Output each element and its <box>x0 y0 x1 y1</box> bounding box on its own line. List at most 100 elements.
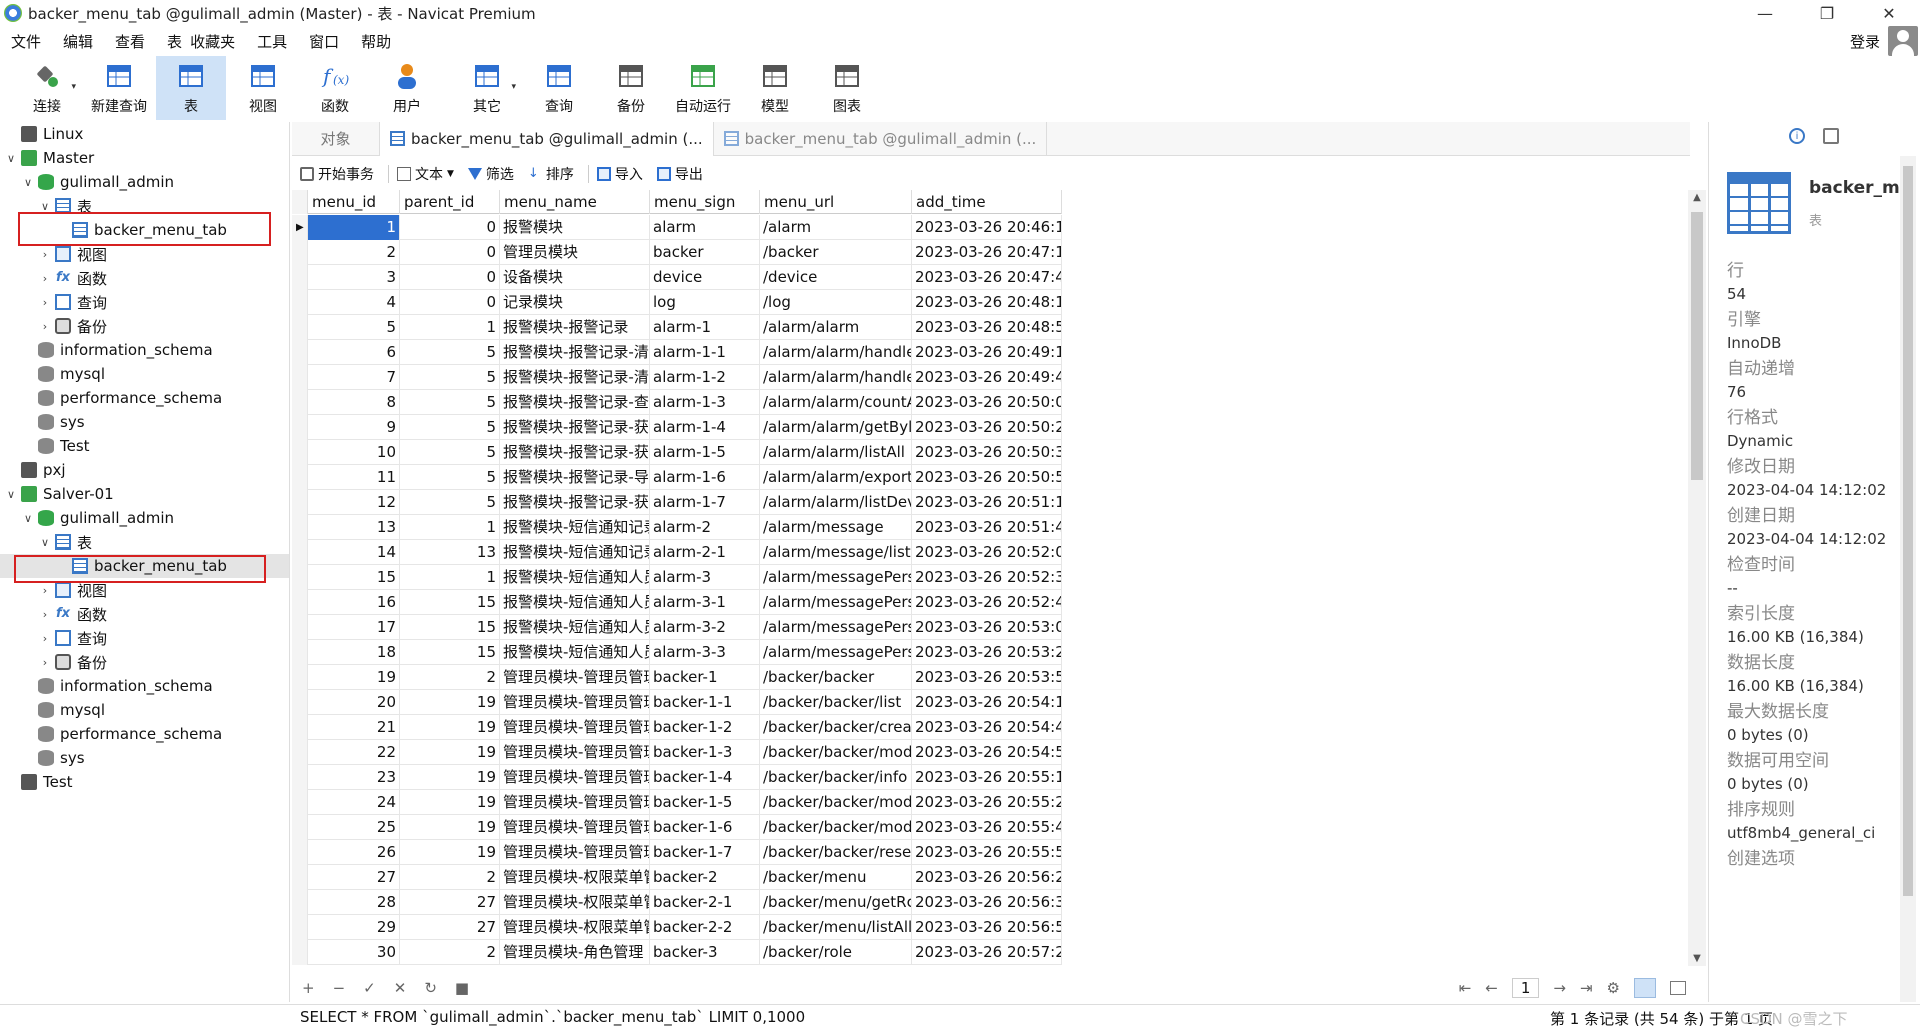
table-cell[interactable]: 2023-03-26 20:55:40 <box>912 815 1062 840</box>
table-row[interactable]: 12 5 报警模块-报警记录-获 alarm-1-7/alarm/alarm/list… <box>292 490 1062 515</box>
tree-node[interactable]: performance_schema <box>0 386 289 410</box>
tree-node[interactable]: › 查询 <box>0 626 289 650</box>
table-cell[interactable]: 18 <box>308 640 400 665</box>
row-marker[interactable] <box>292 840 308 865</box>
table-cell[interactable]: alarm-2-1 <box>650 540 760 565</box>
table-cell[interactable]: 管理员模块-管理员管理 <box>500 840 650 865</box>
table-cell[interactable]: /log <box>760 290 912 315</box>
row-marker[interactable] <box>292 265 308 290</box>
table-cell[interactable]: 1 <box>400 565 500 590</box>
table-cell[interactable]: 报警模块-短信通知记录 <box>500 540 650 565</box>
chevron-down-icon[interactable]: ∨ <box>4 488 18 501</box>
table-cell[interactable]: 22 <box>308 740 400 765</box>
tree-node[interactable]: ∨ Master <box>0 146 289 170</box>
table-cell[interactable]: 管理员模块-管理员管理 <box>500 715 650 740</box>
table-cell[interactable]: 2023-03-26 20:50:06 <box>912 390 1062 415</box>
table-cell[interactable]: 0 <box>400 290 500 315</box>
ddl-icon[interactable] <box>1823 128 1839 144</box>
chevron-right-icon[interactable]: › <box>38 320 52 333</box>
table-cell[interactable]: /alarm/messagePers <box>760 565 912 590</box>
tree-node[interactable]: Test <box>0 770 289 794</box>
table-cell[interactable]: 2023-03-26 20:53:58 <box>912 665 1062 690</box>
row-marker[interactable] <box>292 740 308 765</box>
menu-edit[interactable]: 编辑 <box>52 31 104 52</box>
table-cell[interactable]: 报警模块-报警记录 <box>500 315 650 340</box>
table-row[interactable]: 25 19 管理员模块-管理员管理 backer-1-6/backer/backer/… <box>292 815 1062 840</box>
row-marker[interactable] <box>292 665 308 690</box>
chevron-down-icon[interactable]: ▼ <box>1688 953 1706 964</box>
table-cell[interactable]: 27 <box>400 890 500 915</box>
table-cell[interactable]: /alarm/message <box>760 515 912 540</box>
table-row[interactable]: 13 1 报警模块-短信通知记录 alarm-2/alarm/message 2023-… <box>292 515 1062 540</box>
table-cell[interactable]: 28 <box>308 890 400 915</box>
table-cell[interactable]: 5 <box>400 365 500 390</box>
table-cell[interactable]: alarm-1-3 <box>650 390 760 415</box>
table-row[interactable]: 28 27 管理员模块-权限菜单管 backer-2-1/backer/menu/ge… <box>292 890 1062 915</box>
table-cell[interactable]: alarm-1-1 <box>650 340 760 365</box>
chevron-up-icon[interactable]: ▲ <box>1688 192 1706 203</box>
table-cell[interactable]: device <box>650 265 760 290</box>
table-cell[interactable]: 12 <box>308 490 400 515</box>
row-marker[interactable] <box>292 915 308 940</box>
table-cell[interactable]: /backer/backer <box>760 665 912 690</box>
table-cell[interactable]: 报警模块-报警记录-查 <box>500 390 650 415</box>
table-cell[interactable]: /alarm/alarm/countA <box>760 390 912 415</box>
table-cell[interactable]: /backer/menu <box>760 865 912 890</box>
table-cell[interactable]: alarm-1-7 <box>650 490 760 515</box>
table-cell[interactable]: /alarm/messagePers <box>760 615 912 640</box>
table-cell[interactable]: 5 <box>400 465 500 490</box>
next-page-button[interactable]: → <box>1553 979 1566 997</box>
table-cell[interactable]: 报警模块-短信通知人员 <box>500 615 650 640</box>
table-row[interactable]: 23 19 管理员模块-管理员管理 backer-1-4/backer/backer/… <box>292 765 1062 790</box>
table-row[interactable]: 2 0 管理员模块 backer/backer 2023-03-26 20:47:19 <box>292 240 1062 265</box>
toolbar-table-button[interactable]: 表 <box>156 56 226 120</box>
column-header[interactable]: menu_name <box>500 190 650 214</box>
table-cell[interactable]: 报警模块-短信通知人员 <box>500 590 650 615</box>
table-cell[interactable]: 1 <box>400 315 500 340</box>
row-marker[interactable] <box>292 290 308 315</box>
row-marker[interactable] <box>292 540 308 565</box>
row-marker[interactable] <box>292 815 308 840</box>
tree-node[interactable]: information_schema <box>0 338 289 362</box>
table-cell[interactable]: 17 <box>308 615 400 640</box>
row-marker[interactable] <box>292 365 308 390</box>
table-row[interactable]: 10 5 报警模块-报警记录-获 alarm-1-5/alarm/alarm/list… <box>292 440 1062 465</box>
table-row[interactable]: 18 15 报警模块-短信通知人员 alarm-3-3/alarm/messagePe… <box>292 640 1062 665</box>
delete-record-button[interactable]: − <box>333 979 346 997</box>
table-row[interactable]: 8 5 报警模块-报警记录-查 alarm-1-3/alarm/alarm/count… <box>292 390 1062 415</box>
table-cell[interactable]: /backer/menu/getRc <box>760 890 912 915</box>
table-cell[interactable]: 15 <box>400 640 500 665</box>
table-cell[interactable]: alarm-3-3 <box>650 640 760 665</box>
chevron-down-icon[interactable]: ∨ <box>4 152 18 165</box>
menu-favorites[interactable]: 收藏夹 <box>186 31 246 52</box>
table-cell[interactable]: 13 <box>400 540 500 565</box>
row-marker[interactable] <box>292 465 308 490</box>
table-row[interactable]: 22 19 管理员模块-管理员管理 backer-1-3/backer/backer/… <box>292 740 1062 765</box>
table-cell[interactable]: /alarm/alarm/listDev <box>760 490 912 515</box>
tab-objects[interactable]: 对象 <box>292 121 380 156</box>
table-cell[interactable]: 2023-03-26 20:55:27 <box>912 790 1062 815</box>
table-cell[interactable]: backer-2-1 <box>650 890 760 915</box>
table-cell[interactable]: 11 <box>308 465 400 490</box>
table-cell[interactable]: 2023-03-26 20:48:50 <box>912 315 1062 340</box>
table-cell[interactable]: backer-1-6 <box>650 815 760 840</box>
table-cell[interactable]: backer-1-7 <box>650 840 760 865</box>
row-marker[interactable] <box>292 790 308 815</box>
table-cell[interactable]: backer <box>650 240 760 265</box>
row-marker[interactable] <box>292 415 308 440</box>
table-cell[interactable]: 14 <box>308 540 400 565</box>
table-cell[interactable]: /device <box>760 265 912 290</box>
chevron-down-icon[interactable]: ∨ <box>38 200 52 213</box>
table-cell[interactable]: alarm-1-5 <box>650 440 760 465</box>
table-cell[interactable]: alarm-1 <box>650 315 760 340</box>
row-marker[interactable] <box>292 765 308 790</box>
table-cell[interactable]: 2023-03-26 20:49:15 <box>912 340 1062 365</box>
table-cell[interactable]: 2023-03-26 20:54:17 <box>912 690 1062 715</box>
add-record-button[interactable]: + <box>302 979 315 997</box>
table-cell[interactable]: backer-2-2 <box>650 915 760 940</box>
table-cell[interactable]: alarm-3 <box>650 565 760 590</box>
column-header[interactable]: parent_id <box>400 190 500 214</box>
tree-node[interactable]: sys <box>0 410 289 434</box>
table-cell[interactable]: 2023-03-26 20:50:39 <box>912 440 1062 465</box>
table-row[interactable]: 19 2 管理员模块-管理员管理 backer-1/backer/backer 2023… <box>292 665 1062 690</box>
